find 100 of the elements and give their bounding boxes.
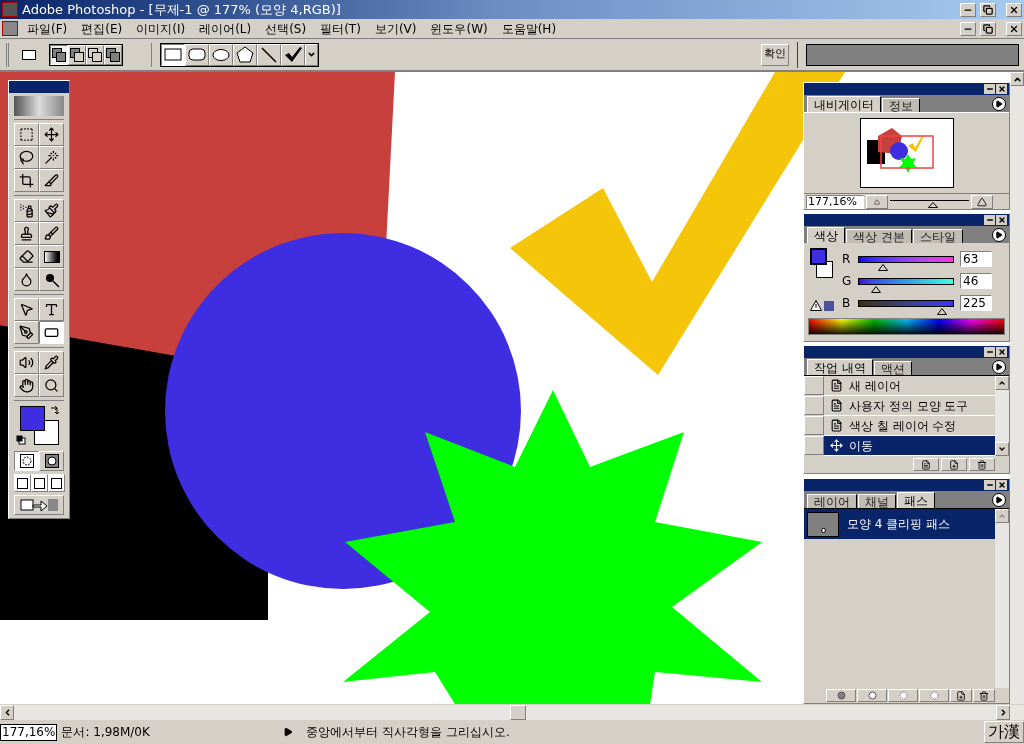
path-item[interactable]: 모양 4 클리핑 패스 bbox=[804, 509, 995, 539]
shape-mode-button[interactable] bbox=[50, 44, 68, 65]
default-colors-icon[interactable] bbox=[16, 435, 26, 445]
hand-icon bbox=[19, 378, 34, 393]
menu-item[interactable]: 보기(V) bbox=[369, 19, 422, 38]
panel-tab[interactable]: 정보 bbox=[882, 98, 920, 112]
swap-arrows-icon[interactable] bbox=[50, 405, 60, 415]
menu-item[interactable]: 도움말(H) bbox=[496, 19, 562, 38]
menu-item[interactable]: 선택(S) bbox=[260, 19, 312, 38]
panel-tab[interactable]: 패스 bbox=[897, 492, 935, 508]
close-button[interactable] bbox=[996, 480, 1007, 490]
zoom-field[interactable]: 177,16% bbox=[806, 194, 864, 209]
vertical-scrollbar[interactable] bbox=[995, 509, 1009, 688]
snapshot-checkbox[interactable] bbox=[804, 376, 824, 395]
menu-item[interactable]: 이미지(I) bbox=[131, 19, 191, 38]
minimize-button[interactable] bbox=[960, 2, 976, 17]
shape-tool-button[interactable] bbox=[161, 43, 185, 66]
menu-item[interactable]: 필터(T) bbox=[315, 19, 366, 38]
close-button[interactable] bbox=[996, 215, 1007, 225]
panel-menu-button[interactable] bbox=[992, 97, 1006, 111]
tool-button[interactable] bbox=[39, 321, 64, 344]
minimize-button[interactable] bbox=[984, 84, 995, 94]
restore-icon bbox=[983, 23, 993, 34]
scroll-up-button[interactable] bbox=[1010, 72, 1024, 86]
minimize-button[interactable] bbox=[960, 21, 976, 36]
minimize-button[interactable] bbox=[984, 215, 995, 225]
gamut-color-swatch[interactable] bbox=[824, 300, 834, 311]
menu-item[interactable]: 윈도우(W) bbox=[425, 19, 493, 38]
delete-button[interactable] bbox=[973, 689, 995, 702]
scroll-left-button[interactable] bbox=[0, 705, 14, 720]
history-item[interactable]: 이동 bbox=[824, 436, 995, 456]
scroll-right-button[interactable] bbox=[996, 705, 1010, 720]
menu-item[interactable]: 편집(E) bbox=[76, 19, 128, 38]
minimize-button[interactable] bbox=[984, 480, 995, 490]
path-action-button[interactable] bbox=[826, 689, 856, 702]
channel-value-field[interactable]: 225 bbox=[960, 295, 992, 311]
scroll-thumb[interactable] bbox=[510, 705, 526, 720]
triangle-right-icon bbox=[995, 363, 1003, 371]
history-item[interactable]: 색상 칠 레이어 수정 bbox=[824, 416, 995, 436]
delete-button[interactable] bbox=[969, 458, 995, 471]
move-icon bbox=[830, 439, 843, 452]
panel-tab[interactable]: 색상 bbox=[807, 227, 845, 243]
zoom-in-button[interactable] bbox=[971, 194, 993, 209]
ime-indicator[interactable]: 가漢 bbox=[984, 721, 1024, 743]
new-path-button[interactable] bbox=[950, 689, 972, 702]
path-action-button[interactable] bbox=[919, 689, 949, 702]
channel-value-field[interactable]: 63 bbox=[960, 251, 992, 267]
vertical-scrollbar[interactable] bbox=[995, 376, 1009, 456]
close-button[interactable] bbox=[1006, 21, 1022, 36]
close-button[interactable] bbox=[996, 84, 1007, 94]
color-ramp[interactable] bbox=[808, 318, 1005, 335]
new-document-button[interactable] bbox=[913, 458, 939, 471]
channel-value-field[interactable]: 46 bbox=[960, 273, 992, 289]
shape-dropdown-button[interactable] bbox=[305, 43, 318, 66]
menu-item[interactable]: 레이어(L) bbox=[194, 19, 257, 38]
panel-menu-button[interactable] bbox=[992, 493, 1006, 507]
panel-tab[interactable]: 스타일 bbox=[912, 229, 963, 243]
foreground-color-swatch[interactable] bbox=[810, 248, 827, 265]
history-item[interactable]: 새 레이어 bbox=[824, 376, 995, 396]
panel-tab[interactable]: 채널 bbox=[858, 494, 896, 508]
document-icon bbox=[830, 399, 843, 412]
panel-menu-button[interactable] bbox=[992, 228, 1006, 242]
jump-to-button[interactable] bbox=[14, 495, 64, 515]
scroll-down-button[interactable] bbox=[995, 442, 1009, 456]
minimize-button[interactable] bbox=[984, 347, 995, 357]
rectangle-icon bbox=[22, 49, 36, 60]
confirm-button[interactable]: 확인 bbox=[761, 43, 789, 66]
vertical-scrollbar[interactable] bbox=[1010, 72, 1024, 704]
close-button[interactable] bbox=[1006, 2, 1022, 17]
panel-tab[interactable]: 내비게이터 bbox=[807, 96, 881, 112]
path-action-button[interactable] bbox=[888, 689, 918, 702]
close-button[interactable] bbox=[996, 347, 1007, 357]
snapshot-checkbox[interactable] bbox=[804, 416, 824, 435]
path-action-button[interactable] bbox=[857, 689, 887, 702]
new-snapshot-button[interactable] bbox=[941, 458, 967, 471]
foreground-color-swatch[interactable] bbox=[20, 406, 45, 431]
restore-button[interactable] bbox=[980, 2, 996, 17]
panel-tab[interactable]: 레이어 bbox=[807, 494, 857, 508]
document-icon bbox=[921, 459, 931, 470]
snapshot-checkbox[interactable] bbox=[804, 436, 824, 455]
play-icon bbox=[283, 727, 294, 737]
triangle-right-icon bbox=[995, 100, 1003, 108]
zoom-out-button[interactable] bbox=[866, 194, 888, 209]
snapshot-checkbox[interactable] bbox=[804, 396, 824, 415]
horizontal-scrollbar[interactable] bbox=[0, 704, 1024, 720]
magic-wand-icon bbox=[44, 150, 59, 165]
history-item[interactable]: 사용자 정의 모양 도구 bbox=[824, 396, 995, 416]
zoom-field[interactable]: 177,16% bbox=[0, 723, 58, 741]
jump-arrow-icon bbox=[19, 497, 59, 513]
restore-button[interactable] bbox=[980, 21, 996, 36]
panel-menu-button[interactable] bbox=[992, 360, 1006, 374]
panel-tab[interactable]: 색상 견본 bbox=[846, 229, 912, 243]
menu-item[interactable]: 파일(F) bbox=[22, 19, 73, 38]
dashed-circle-icon bbox=[898, 691, 908, 700]
panel-tab[interactable]: 작업 내역 bbox=[807, 359, 873, 375]
panel-tab[interactable]: 액션 bbox=[873, 361, 912, 375]
eye-logo-placeholder[interactable] bbox=[14, 96, 64, 116]
mask-mode-button[interactable] bbox=[14, 451, 39, 471]
trash-icon bbox=[977, 459, 987, 470]
screen-mode-button[interactable] bbox=[13, 474, 31, 492]
